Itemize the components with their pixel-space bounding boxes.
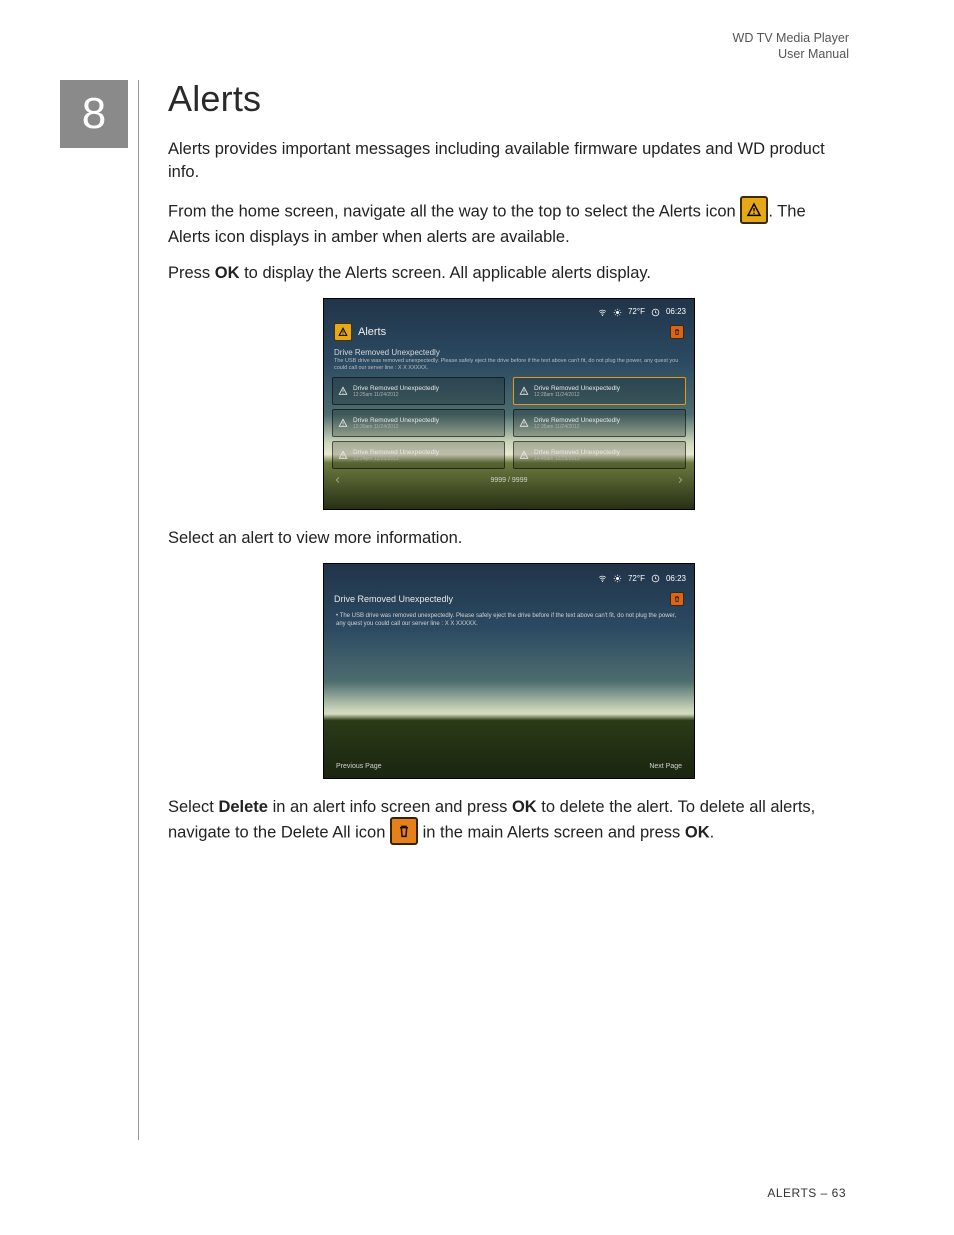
warning-icon xyxy=(519,450,529,460)
screen-title: Alerts xyxy=(358,326,386,338)
ok-label: OK xyxy=(685,823,710,841)
alert-item-title: Drive Removed Unexpectedly xyxy=(534,385,620,392)
ok-label: OK xyxy=(215,264,240,282)
warning-icon xyxy=(338,418,348,428)
pager-label: 9999 / 9999 xyxy=(491,477,528,484)
warning-icon xyxy=(519,418,529,428)
time-label: 06:23 xyxy=(666,308,686,316)
next-page-button[interactable]: Next Page xyxy=(649,763,682,770)
alert-item-timestamp: 12:35am 11/24/2012 xyxy=(534,424,620,430)
text: to display the Alerts screen. All applic… xyxy=(240,264,652,282)
footer-page: 63 xyxy=(832,1186,846,1200)
delete-icon[interactable] xyxy=(670,592,684,606)
intro-paragraph: Alerts provides important messages inclu… xyxy=(168,138,850,184)
delete-all-icon[interactable] xyxy=(670,325,684,339)
alert-list-item[interactable]: Drive Removed Unexpectedly 12:25am 11/24… xyxy=(332,377,505,405)
navigate-paragraph: From the home screen, navigate all the w… xyxy=(168,198,850,249)
detail-body: • The USB drive was removed unexpectedly… xyxy=(324,606,694,628)
prev-arrow-icon[interactable] xyxy=(334,476,342,484)
alerts-title-icon xyxy=(334,323,352,341)
page-footer: ALERTS – 63 xyxy=(767,1186,846,1200)
alert-list-item[interactable]: Drive Removed Unexpectedly 12:35am 11/24… xyxy=(513,409,686,437)
footer-section: ALERTS xyxy=(767,1186,816,1200)
weather-icon xyxy=(613,574,622,583)
warning-icon xyxy=(519,386,529,396)
alert-desc-body: The USB drive was removed unexpectedly. … xyxy=(334,358,684,372)
alert-item-title: Drive Removed Unexpectedly xyxy=(353,385,439,392)
previous-page-button[interactable]: Previous Page xyxy=(336,763,382,770)
alert-desc-heading: Drive Removed Unexpectedly xyxy=(334,348,684,357)
page-header: WD TV Media Player User Manual xyxy=(733,30,849,63)
press-ok-paragraph: Press OK to display the Alerts screen. A… xyxy=(168,262,850,285)
detail-body-text: The USB drive was removed unexpectedly. … xyxy=(336,613,676,627)
detail-header-row: Drive Removed Unexpectedly xyxy=(324,588,694,606)
text: From the home screen, navigate all the w… xyxy=(168,202,740,220)
text: Select xyxy=(168,798,218,816)
alert-item-timestamp: 13:24pm 12/31/2012 xyxy=(353,456,439,462)
doc-type: User Manual xyxy=(733,46,849,62)
detail-heading: Drive Removed Unexpectedly xyxy=(334,594,453,604)
status-bar: 72°F 06:23 xyxy=(324,299,694,321)
temperature-label: 72°F xyxy=(628,308,645,316)
temperature-label: 72°F xyxy=(628,575,645,583)
product-name: WD TV Media Player xyxy=(733,30,849,46)
text: in an alert info screen and press xyxy=(268,798,512,816)
alert-detail-screenshot: 72°F 06:23 Drive Removed Unexpectedly • … xyxy=(324,564,694,778)
text: in the main Alerts screen and press xyxy=(423,823,685,841)
alert-list-item[interactable]: Drive Removed Unexpectedly 13:24pm 12/31… xyxy=(332,441,505,469)
wifi-icon xyxy=(598,574,607,583)
vertical-divider xyxy=(138,80,139,1140)
alert-description: Drive Removed Unexpectedly The USB drive… xyxy=(324,345,694,373)
delete-all-icon xyxy=(390,817,418,845)
chapter-number: 8 xyxy=(60,80,128,148)
alert-list-item[interactable]: Drive Removed Unexpectedly 12:28am 11/24… xyxy=(513,377,686,405)
alert-item-title: Drive Removed Unexpectedly xyxy=(534,417,620,424)
alert-item-timestamp: 14:45am 12/25/2012 xyxy=(534,456,620,462)
alert-item-timestamp: 12:28am 11/24/2012 xyxy=(534,392,620,398)
warning-icon xyxy=(338,386,348,396)
text: . xyxy=(710,823,715,841)
alert-item-timestamp: 12:25am 11/24/2012 xyxy=(353,392,439,398)
weather-icon xyxy=(613,308,622,317)
alert-list-item[interactable]: Drive Removed Unexpectedly 12:30am 11/24… xyxy=(332,409,505,437)
detail-nav: Previous Page Next Page xyxy=(336,763,682,770)
alert-grid: Drive Removed Unexpectedly 12:25am 11/24… xyxy=(324,373,694,469)
status-bar: 72°F 06:23 xyxy=(324,564,694,588)
ok-label: OK xyxy=(512,798,537,816)
alerts-icon xyxy=(740,196,768,224)
pager: 9999 / 9999 xyxy=(324,469,694,490)
alert-list-item[interactable]: Drive Removed Unexpectedly 14:45am 12/25… xyxy=(513,441,686,469)
clock-icon xyxy=(651,308,660,317)
delete-paragraph: Select Delete in an alert info screen an… xyxy=(168,796,850,847)
alert-item-title: Drive Removed Unexpectedly xyxy=(353,417,439,424)
select-alert-paragraph: Select an alert to view more information… xyxy=(168,527,850,550)
footer-sep: – xyxy=(817,1186,832,1200)
screen-titlebar: Alerts xyxy=(324,321,694,345)
delete-label: Delete xyxy=(218,798,268,816)
warning-icon xyxy=(338,450,348,460)
alerts-list-screenshot: 72°F 06:23 Alerts Drive Removed Unexpect… xyxy=(324,299,694,509)
next-arrow-icon[interactable] xyxy=(676,476,684,484)
alert-item-timestamp: 12:30am 11/24/2012 xyxy=(353,424,439,430)
page-title: Alerts xyxy=(168,78,850,120)
time-label: 06:23 xyxy=(666,575,686,583)
alert-item-title: Drive Removed Unexpectedly xyxy=(353,449,439,456)
clock-icon xyxy=(651,574,660,583)
alert-item-title: Drive Removed Unexpectedly xyxy=(534,449,620,456)
text: Press xyxy=(168,264,215,282)
wifi-icon xyxy=(598,308,607,317)
